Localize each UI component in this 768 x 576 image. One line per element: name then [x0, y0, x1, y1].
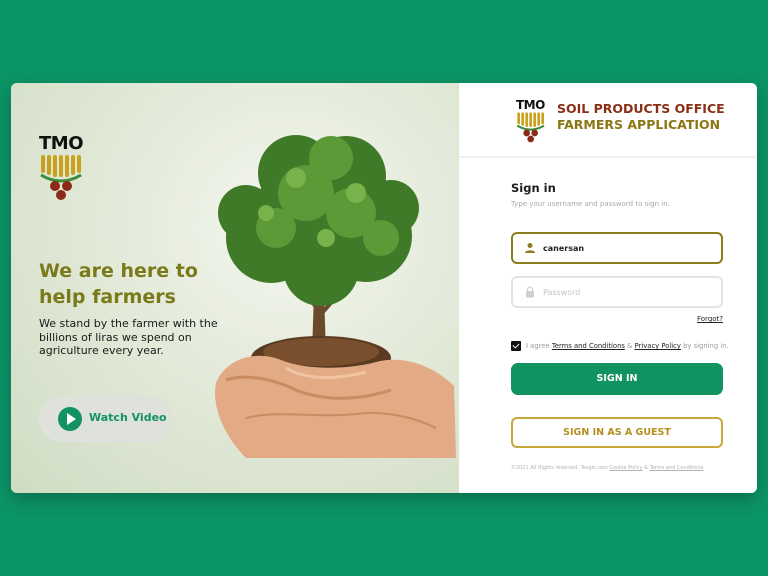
play-icon: [58, 407, 82, 431]
sign-in-button[interactable]: SIGN IN: [511, 363, 723, 395]
signin-panel: TMO SOIL PRODUCTS OFFICE FARMERS APPLICA…: [459, 83, 757, 493]
cookie-policy-link[interactable]: Cookie Policy: [610, 465, 643, 471]
username-field[interactable]: [511, 232, 723, 264]
app-title-line1: SOIL PRODUCTS OFFICE: [557, 101, 725, 116]
panel-header: TMO SOIL PRODUCTS OFFICE FARMERS APPLICA…: [459, 83, 757, 157]
footer-amp: &: [644, 465, 648, 471]
app-title-line2: FARMERS APPLICATION: [557, 117, 721, 132]
privacy-link[interactable]: Privacy Policy: [635, 342, 681, 350]
username-input[interactable]: [543, 234, 713, 262]
agree-text: I agree Terms and Conditions & Privacy P…: [526, 342, 729, 350]
tmo-logo-text: TMO: [39, 133, 84, 154]
watch-video-button[interactable]: Watch Video: [39, 396, 173, 442]
signin-heading: Sign in: [511, 181, 556, 195]
agree-amp: &: [627, 342, 633, 350]
footer-copyright: ©2021 All Rights reserved. Tesgis.com: [511, 465, 608, 471]
user-icon: [525, 243, 535, 253]
forgot-password-link[interactable]: Forgot?: [697, 315, 723, 323]
hero-panel: TMO We are here to help farmers We stand…: [11, 83, 459, 493]
hero-title: We are here to help farmers: [39, 260, 198, 308]
terms-link[interactable]: Terms and Conditions: [552, 342, 625, 350]
agree-prefix: I agree: [526, 342, 550, 350]
agree-suffix: by signing in.: [683, 342, 729, 350]
app-title: SOIL PRODUCTS OFFICE FARMERS APPLICATION: [557, 101, 747, 133]
tmo-logo-small-text: TMO: [516, 98, 545, 112]
tmo-logo-small: TMO: [516, 99, 548, 147]
wheat-grapes-icon: [40, 155, 82, 200]
login-card: TMO We are here to help farmers We stand…: [11, 83, 757, 493]
wheat-grapes-icon: [516, 112, 545, 143]
footer: ©2021 All Rights reserved. Tesgis.com Co…: [511, 465, 703, 471]
footer-terms-link[interactable]: Terms and Conditions: [650, 465, 704, 471]
tmo-logo: TMO: [39, 135, 87, 205]
signin-hint: Type your username and password to sign …: [511, 200, 670, 208]
guest-sign-in-button[interactable]: SIGN IN AS A GUEST: [511, 417, 723, 448]
agree-row: I agree Terms and Conditions & Privacy P…: [511, 341, 741, 353]
password-input[interactable]: [543, 278, 713, 306]
agree-checkbox[interactable]: [511, 341, 521, 351]
lock-icon: [526, 286, 534, 298]
watch-video-label: Watch Video: [89, 411, 167, 424]
hero-subtitle: We stand by the farmer with the billions…: [39, 317, 218, 357]
password-field[interactable]: [511, 276, 723, 308]
